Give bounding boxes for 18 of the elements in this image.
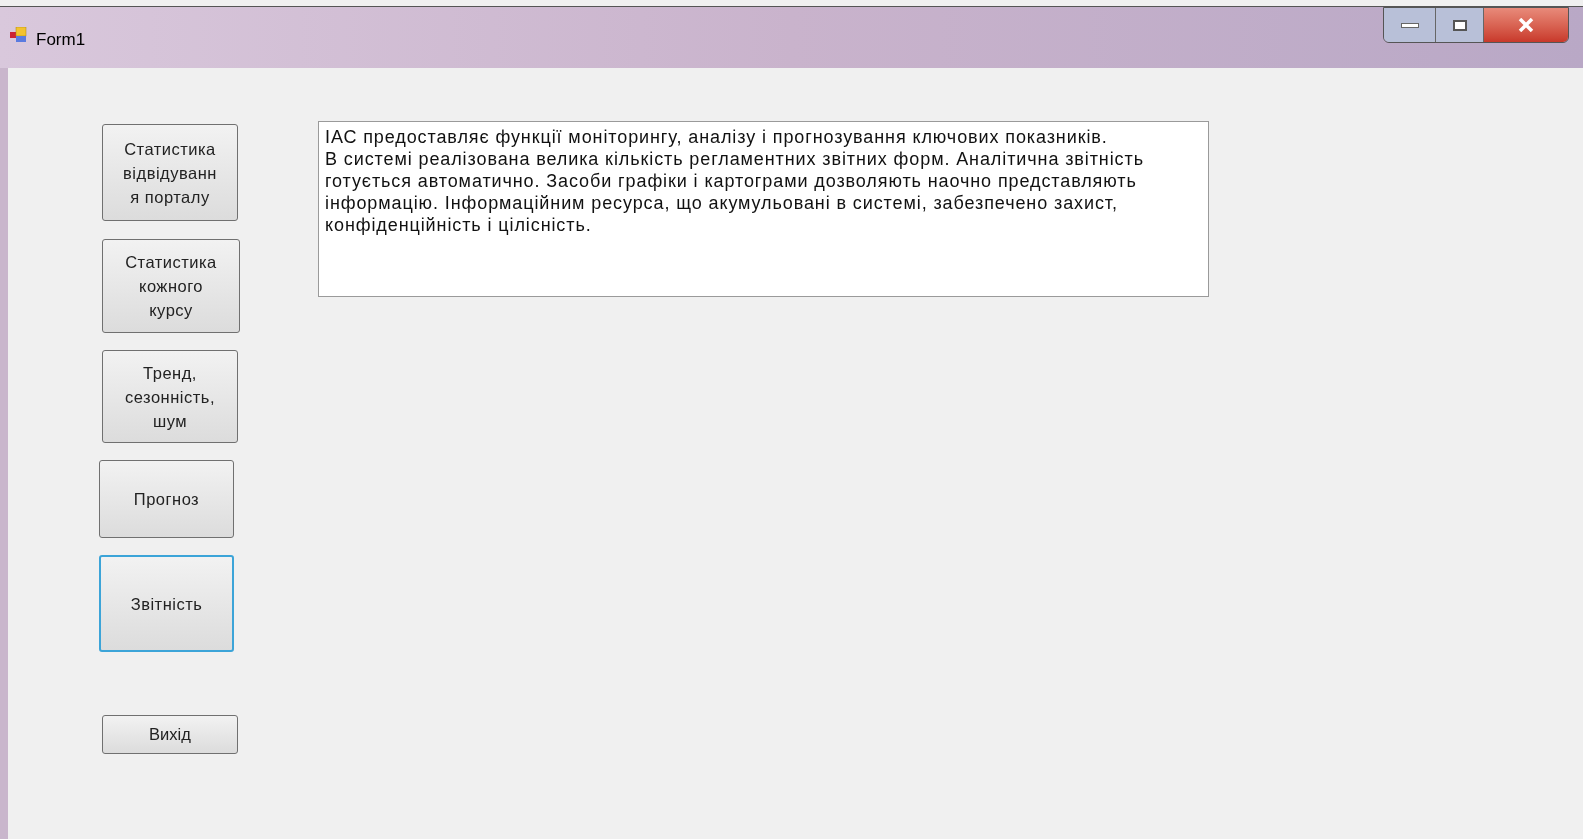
text-line: В системі реалізована велика кількість регламентних звітних форм. Аналітична звітність — [325, 149, 1144, 169]
nav-button[interactable]: Статистика відвідуванн я порталу — [102, 124, 238, 221]
window-title: Form1 — [36, 29, 86, 51]
minimize-button[interactable] — [1384, 8, 1436, 42]
nav-button[interactable]: Прогноз — [99, 460, 234, 538]
text-line: інформацію. Інформаційним ресурса, що акумульовані в системі, забезпечено захист, — [325, 193, 1118, 213]
maximize-button[interactable] — [1436, 8, 1484, 42]
text-line: готується автоматично. Засоби графіки і картограми дозволяють наочно представляють — [325, 171, 1137, 191]
exit-button[interactable]: Вихід — [102, 715, 238, 754]
text-box[interactable] — [318, 121, 1209, 297]
close-button[interactable] — [1484, 8, 1568, 42]
text-line: конфіденційність і цілісність. — [325, 215, 592, 235]
nav-button[interactable]: Звітність — [99, 555, 234, 652]
text-line: ІАС предоставляє функції моніторингу, аналізу і прогнозування ключових показників. — [325, 127, 1108, 147]
app-icon — [10, 27, 28, 43]
nav-button[interactable]: Статистика кожного курсу — [102, 239, 240, 333]
close-icon — [1518, 18, 1534, 32]
nav-button[interactable]: Тренд, сезонність, шум — [102, 350, 238, 443]
